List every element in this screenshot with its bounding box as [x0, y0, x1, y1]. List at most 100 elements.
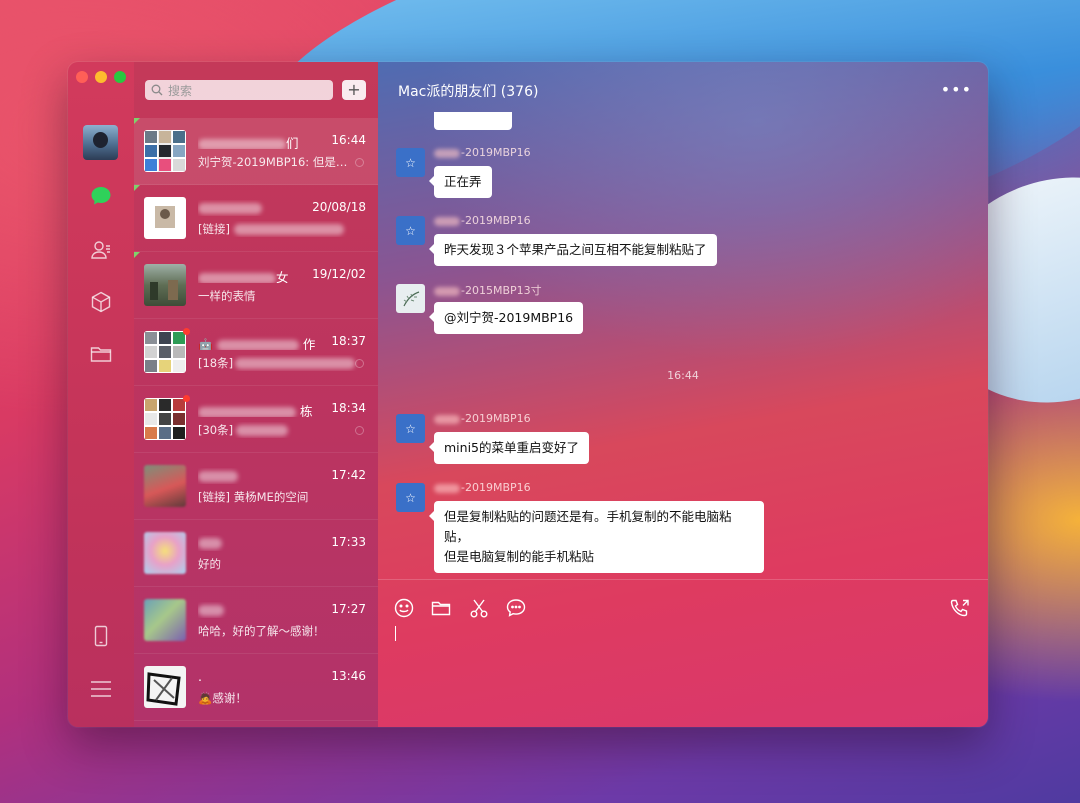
search-placeholder: 搜索: [168, 83, 193, 98]
conversation-time: 18:37: [331, 334, 366, 348]
conversation-item[interactable]: 20/08/18 [链接]: [134, 185, 378, 252]
nav-rail: [68, 62, 134, 727]
conversation-time: 20/08/18: [312, 200, 366, 214]
conversation-name: .: [198, 669, 202, 684]
sender-avatar[interactable]: ☆: [396, 414, 425, 443]
conversation-preview: [30条]: [198, 422, 362, 438]
sender-avatar[interactable]: ☆: [396, 148, 425, 177]
conversation-preview: 好的: [198, 557, 221, 571]
conversation-time: 18:34: [331, 401, 366, 415]
text-caret[interactable]: [395, 626, 396, 641]
conversation-time: 19/12/02: [312, 267, 366, 281]
unread-dot: [183, 395, 190, 402]
message-bubble-partial: [434, 112, 512, 130]
sender-name: -2019MBP16: [434, 214, 531, 227]
message-line: 但是复制粘贴的问题还是有。手机复制的不能电脑粘贴，: [444, 509, 732, 544]
conversation-time: 13:46: [331, 669, 366, 683]
conversation-item[interactable]: 栋 18:34 [30条]: [134, 386, 378, 453]
conversation-preview: [链接] 黄杨ME的空间: [198, 490, 309, 504]
folder-icon[interactable]: [89, 342, 113, 366]
menu-icon[interactable]: [89, 677, 113, 701]
conversation-preview: 🙇感谢！: [198, 691, 247, 705]
conversation-preview: [链接]: [198, 221, 362, 237]
chat-title: Mac派的朋友们 (376): [398, 84, 539, 100]
conversation-time: 17:33: [331, 535, 366, 549]
conversation-item[interactable]: 们 16:44 刘宁贺-2019MBP16: 但是…: [134, 118, 378, 185]
conversation-name: 🤖 作: [198, 337, 316, 350]
minimize-window-button[interactable]: [95, 71, 107, 83]
pin-marker: [134, 185, 140, 191]
conversation-preview: 哈哈，好的了解～感谢！: [198, 624, 325, 638]
conversation-preview: 刘宁贺-2019MBP16: 但是…: [198, 155, 348, 169]
contacts-icon[interactable]: [89, 238, 113, 262]
mute-icon: [355, 158, 364, 167]
add-button[interactable]: +: [342, 80, 366, 100]
sender-name: -2019MBP16: [434, 146, 531, 159]
chat-bubble-icon[interactable]: [89, 184, 113, 208]
conversation-item[interactable]: 女 19/12/02 一样的表情: [134, 252, 378, 319]
sender-name: -2019MBP16: [434, 412, 531, 425]
message-timestamp: 16:44: [667, 369, 699, 382]
zoom-window-button[interactable]: [114, 71, 126, 83]
leaf-avatar-icon[interactable]: [396, 284, 425, 313]
conversation-preview: 一样的表情: [198, 289, 256, 303]
message-bubble[interactable]: mini5的菜单重启变好了: [429, 432, 589, 464]
pin-marker: [134, 252, 140, 258]
message-bubble[interactable]: @刘宁贺-2019MBP16: [428, 302, 584, 334]
message-bubble[interactable]: 正在弄: [429, 166, 492, 198]
contact-avatar: [144, 465, 186, 507]
voice-call-icon[interactable]: [949, 597, 971, 619]
contact-avatar: [144, 599, 186, 641]
conversation-preview: [18条]: [198, 355, 362, 371]
scissors-icon[interactable]: [468, 597, 490, 619]
sender-name: -2019MBP16: [434, 481, 531, 494]
conversation-name: 女: [198, 267, 318, 283]
conversation-name: [198, 535, 318, 551]
group-avatar: [144, 130, 186, 172]
chat-panel: Mac派的朋友们 (376) ••• ☆ -2019MBP16 正在弄 ☆ -2…: [378, 62, 988, 727]
conversation-item[interactable]: 17:42 [链接] 黄杨ME的空间: [134, 453, 378, 520]
contact-avatar: [144, 532, 186, 574]
sender-avatar[interactable]: ☆: [396, 216, 425, 245]
conversation-list: 搜索 + 们 16:44 刘宁贺-2019MBP16: 但是… 20/08/18…: [134, 62, 378, 727]
conversation-item[interactable]: . 13:46 🙇感谢！: [134, 654, 378, 721]
contact-avatar: [144, 264, 186, 306]
conversation-name: 们: [198, 133, 318, 149]
conversation-item[interactable]: 17:33 好的: [134, 520, 378, 587]
folder-icon[interactable]: [430, 597, 452, 619]
message-icon[interactable]: [505, 597, 527, 619]
group-avatar: [144, 398, 186, 440]
conversation-name: [198, 602, 318, 618]
contact-avatar: [144, 197, 186, 239]
conversation-name: [198, 468, 318, 484]
conversation-name: 栋: [198, 401, 318, 417]
conversation-time: 17:27: [331, 602, 366, 616]
emoji-icon[interactable]: [393, 597, 415, 619]
app-window: 搜索 + 们 16:44 刘宁贺-2019MBP16: 但是… 20/08/18…: [68, 62, 988, 727]
search-input[interactable]: 搜索: [145, 80, 333, 100]
bow-emoji-icon: 🙇: [198, 691, 213, 705]
contact-avatar: [144, 666, 186, 708]
more-options-icon[interactable]: •••: [941, 80, 972, 99]
mute-icon: [355, 426, 364, 435]
search-icon: [151, 84, 163, 96]
message-bubble[interactable]: 但是复制粘贴的问题还是有。手机复制的不能电脑粘贴， 但是电脑复制的能手机粘贴: [429, 501, 764, 573]
close-window-button[interactable]: [76, 71, 88, 83]
group-avatar: [144, 331, 186, 373]
window-controls: [76, 71, 126, 83]
sender-name: -2015MBP13寸: [434, 282, 542, 298]
sender-avatar[interactable]: ☆: [396, 483, 425, 512]
message-composer: [378, 579, 988, 727]
conversation-time: 16:44: [331, 133, 366, 147]
conversation-item[interactable]: 🤖 作 18:37 [18条]: [134, 319, 378, 386]
conversation-item[interactable]: 17:27 哈哈，好的了解～感谢！: [134, 587, 378, 654]
conversation-name: [198, 200, 318, 216]
pin-marker: [134, 118, 140, 124]
message-line: 但是电脑复制的能手机粘贴: [444, 549, 595, 564]
conversation-time: 17:42: [331, 468, 366, 482]
my-avatar[interactable]: [83, 125, 118, 160]
unread-dot: [183, 328, 190, 335]
message-bubble[interactable]: 昨天发现３个苹果产品之间互相不能复制粘贴了: [429, 234, 717, 266]
cube-icon[interactable]: [89, 290, 113, 314]
phone-icon[interactable]: [89, 624, 113, 648]
